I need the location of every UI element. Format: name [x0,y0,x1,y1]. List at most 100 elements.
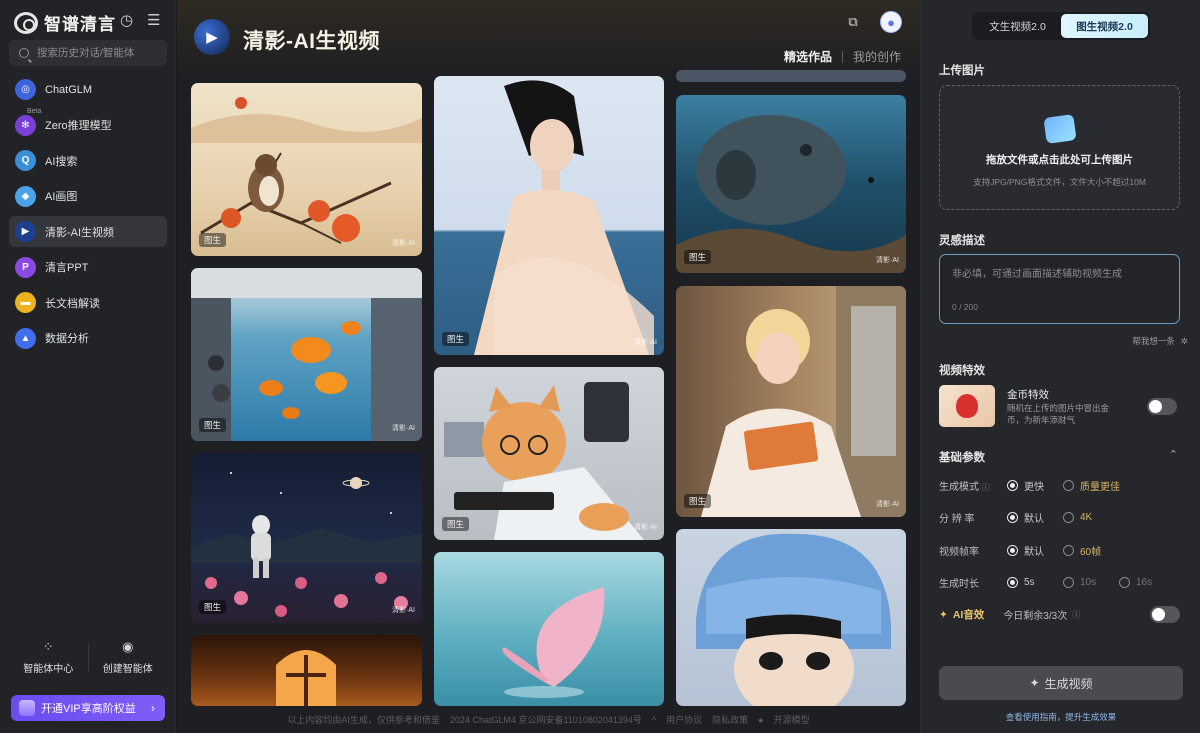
radio-res-4k[interactable]: 4K [1063,511,1119,523]
sidebar-item-label: ChatGLM [45,83,93,96]
sidebar-item-1[interactable]: ✻ Beta Zero推理模型 [9,107,167,141]
sparkle-icon: ✦ [1029,676,1040,690]
gallery-card-top-partial[interactable] [676,70,906,82]
tab-featured[interactable]: 精选作品 [784,48,832,65]
radio-res-default[interactable]: 默认 [1007,510,1063,525]
suggest-button[interactable]: 帮我想一条 ✲ [1132,335,1188,347]
ai-sfx-toggle[interactable] [1150,606,1180,623]
usage-guide-link[interactable]: 查看使用指南，提升生成效果 [921,711,1200,723]
radio-mode-quality[interactable]: 质量更佳 [1063,478,1121,493]
info-icon: ⓘ [1072,610,1081,619]
user-icon: ● [887,14,895,30]
tab-text-to-video[interactable]: 文生视频2.0 [974,14,1061,38]
gallery-card-girl-reading[interactable]: 图生 清影·AI [676,286,906,517]
image-to-video-badge: 图生 [442,517,470,531]
qingying-watermark: 清影·AI [876,501,899,508]
effect-description: 随机在上传的图片中冒出金币，为新年添财气 [1007,403,1110,425]
radio-mode-fast[interactable]: 更快 [1007,478,1063,493]
qingying-logo-icon: ▶ [194,19,230,55]
collapse-sidebar-icon[interactable]: ☰ [147,12,160,30]
param-row-resolution: 分 辨 率 默认 4K [939,509,1119,525]
sidebar-item-3[interactable]: ◆ AI画图 [9,181,167,212]
description-input[interactable] [952,265,1167,295]
radio-indicator [1007,511,1018,523]
github-icon[interactable]: ● [758,715,763,725]
gallery-card-sparrow[interactable]: 图生 清影·AI [191,83,422,256]
suggest-label: 帮我想一条 [1132,336,1175,346]
upload-dropzone[interactable]: 拖放文件或点击此处可上传图片 支持JPG/PNG格式文件，文件大小不超过10M [939,85,1180,210]
zhipu-logo-icon [14,11,38,34]
chatglm-icon: ◎ [15,79,36,100]
upload-section-title: 上传图片 [939,65,985,77]
qingying-watermark: 清影·AI [392,240,415,247]
sidebar-item-0[interactable]: ◎ ChatGLM [9,74,167,105]
sidebar-item-7[interactable]: ▲ 数据分析 [9,323,167,354]
gallery-card-butterfly[interactable] [434,552,664,706]
radio-indicator [1063,479,1074,491]
sparkle-icon: ✲ [1180,335,1188,346]
girl-reading-book-image [701,286,906,517]
sidebar-item-label: 清影-AI生视频 [45,226,115,239]
footer-privacy-link[interactable]: 隐私政策 [712,713,748,726]
gallery-card-cat-office[interactable]: 图生 清影·AI [434,367,664,540]
sparrow-persimmon-image [191,97,422,244]
create-agent-label: 创建智能体 [102,664,153,675]
chevron-up-icon[interactable]: ⌃ [1169,448,1178,461]
window-switch-icon[interactable]: ⧉ [842,11,864,33]
image-to-video-badge: 图生 [684,494,712,508]
gallery-card-underwater[interactable]: 图生 清影·AI [676,95,906,273]
sidebar-item-label: 数据分析 [45,333,89,345]
footer: 以上内容均由AI生成，仅供参考和借鉴 2024 ChatGLM4 京公网安备11… [177,706,920,733]
sidebar-bottom-actions: ⁘ 智能体中心 ◉ 创建智能体 [9,639,168,676]
footer-terms-link[interactable]: 用户协议 [666,713,702,726]
sidebar-item-6[interactable]: ▬ 长文档解读 [9,287,167,318]
param-row-fps: 视频帧率 默认 60帧 [939,542,1119,558]
vip-shield-icon [19,700,35,716]
chevron-up-icon[interactable]: ^ [652,715,656,725]
agent-center-button[interactable]: ⁘ 智能体中心 [9,639,88,676]
qingying-watermark: 清影·AI [392,607,415,614]
param-label: 生成模式 ⓘ [939,481,990,493]
folder-icon: ▬ [15,292,36,313]
search-input[interactable] [37,47,157,59]
sidebar-nav: ◎ ChatGLM ✻ Beta Zero推理模型 Q AI搜索 ◆ AI画图 ▶ 清影-AI生视频… [9,74,167,358]
sidebar-item-2[interactable]: Q AI搜索 [9,145,167,176]
radio-indicator [1007,576,1018,588]
search-box[interactable] [9,40,167,66]
footer-disclaimer: 以上内容均由AI生成，仅供参考和借鉴 [287,715,440,725]
radio-duration-10s[interactable]: 10s [1063,576,1119,588]
vip-upgrade-button[interactable]: 开通VIP享高阶权益 › [11,695,165,721]
gallery-card-aquarium-train[interactable]: 图生 清影·AI [191,268,422,441]
radio-fps-60[interactable]: 60帧 [1063,543,1119,558]
gallery-card-girl-hat[interactable] [676,529,906,706]
qingying-watermark: 清影·AI [876,257,899,264]
radio-indicator [1007,479,1018,491]
gallery-card-church-window[interactable] [191,635,422,706]
tab-my-creations[interactable]: 我的创作 [853,48,901,65]
footer-opensource-link[interactable]: 开源模型 [774,713,810,726]
astronaut-flowers-image [191,472,422,617]
param-row-mode: 生成模式 ⓘ 更快 质量更佳 [939,477,1121,493]
beta-badge: Beta [27,107,42,115]
grid-icon: ⁘ [42,639,54,654]
vip-label: 开通VIP享高阶权益 [41,703,136,715]
user-avatar[interactable]: ● [880,11,902,33]
mode-switch: 文生视频2.0 图生视频2.0 [972,12,1150,40]
radio-fps-default[interactable]: 默认 [1007,543,1063,558]
tab-image-to-video[interactable]: 图生视频2.0 [1061,14,1148,38]
sidebar-item-4[interactable]: ▶ 清影-AI生视频 [9,216,167,247]
search-icon [19,48,29,58]
history-icon[interactable]: ◷ [120,12,133,30]
coin-effect-toggle[interactable] [1147,398,1177,415]
brand-logo[interactable]: 智谱清言 [14,10,116,35]
create-agent-button[interactable]: ◉ 创建智能体 [89,640,168,676]
generate-video-button[interactable]: ✦ 生成视频 [939,666,1183,700]
params-section-title: 基础参数 [939,452,985,464]
footer-icp[interactable]: 2024 ChatGLM4 京公网安备11010802041394号 [450,713,642,726]
sidebar-item-5[interactable]: P 清言PPT [9,252,167,283]
radio-duration-16s[interactable]: 16s [1119,576,1175,588]
ppt-icon: P [15,256,36,278]
gallery-card-astronaut[interactable]: 图生 清影·AI [191,453,422,623]
radio-duration-5s[interactable]: 5s [1007,576,1063,588]
gallery-card-girl-sea[interactable]: 图生 清影·AI [434,76,664,355]
